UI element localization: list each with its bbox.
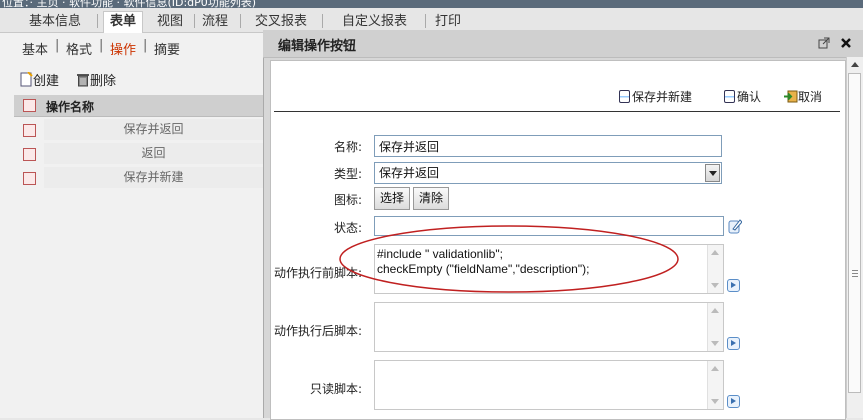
subtab-basic[interactable]: 基本 xyxy=(22,39,48,58)
row-checkbox[interactable] xyxy=(23,172,36,185)
save-icon xyxy=(619,90,630,103)
list-header: 操作名称 xyxy=(14,95,263,117)
create-label: 创建 xyxy=(33,74,60,89)
subtab-separator: | xyxy=(99,38,104,53)
tab-print[interactable]: 打印 xyxy=(435,12,461,32)
tab-separator xyxy=(240,14,241,28)
cancel-button[interactable]: 取消 xyxy=(783,88,822,105)
list-item-label[interactable]: 返回 xyxy=(44,143,263,164)
list-item: 保存并返回 xyxy=(14,118,263,141)
tab-separator xyxy=(97,14,98,28)
textarea-scrollbar[interactable] xyxy=(707,361,723,409)
save-and-new-button[interactable]: 保存并新建 xyxy=(619,88,692,105)
list-item: 保存并新建 xyxy=(14,166,263,189)
tab-view[interactable]: 视图 xyxy=(157,12,183,32)
subtab-summary[interactable]: 摘要 xyxy=(154,39,180,58)
dialog-title: 编辑操作按钮 xyxy=(278,39,357,54)
after-script-label: 动作执行后脚本: xyxy=(274,324,363,338)
row-checkbox[interactable] xyxy=(23,148,36,161)
save-and-new-label: 保存并新建 xyxy=(632,90,693,104)
tab-custom-report[interactable]: 自定义报表 xyxy=(342,12,407,32)
scroll-thumb[interactable] xyxy=(848,73,861,393)
subtab-separator: | xyxy=(55,38,60,53)
location-text: 位置：· 主页 · 软件功能 · 软件信息(ID:dP0功能列表) xyxy=(2,0,257,8)
choose-icon-button[interactable]: 选择 xyxy=(374,187,410,210)
new-document-icon xyxy=(20,71,33,87)
row-checkbox[interactable] xyxy=(23,124,36,137)
confirm-button[interactable]: 确认 xyxy=(724,88,761,105)
header-divider xyxy=(274,111,840,112)
expand-icon[interactable] xyxy=(727,337,740,350)
delete-button[interactable]: 删除 xyxy=(76,70,116,89)
tab-cross-report[interactable]: 交叉报表 xyxy=(255,12,307,32)
after-script-textarea[interactable] xyxy=(374,302,724,352)
name-field[interactable] xyxy=(374,135,722,157)
textarea-scrollbar[interactable] xyxy=(707,303,723,351)
dialog-title-bar: 编辑操作按钮 xyxy=(263,30,863,58)
chevron-down-icon[interactable] xyxy=(705,164,720,182)
readonly-script-label: 只读脚本: xyxy=(310,382,363,396)
clear-icon-button[interactable]: 清除 xyxy=(413,187,449,210)
annotation-ellipse xyxy=(339,225,679,293)
dialog-scrollbar[interactable] xyxy=(846,57,863,418)
popout-icon[interactable] xyxy=(818,37,830,49)
left-panel xyxy=(0,33,265,418)
subtab-format[interactable]: 格式 xyxy=(66,39,92,58)
location-bar: 位置：· 主页 · 软件功能 · 软件信息(ID:dP0功能列表) xyxy=(0,0,863,8)
select-all-checkbox[interactable] xyxy=(23,99,36,112)
list-item-label[interactable]: 保存并新建 xyxy=(44,167,263,188)
tab-separator xyxy=(322,14,323,28)
list-item: 返回 xyxy=(14,142,263,165)
type-value: 保存并返回 xyxy=(379,166,440,180)
tab-form[interactable]: 表单 xyxy=(103,11,144,34)
subtab-separator: | xyxy=(143,38,148,53)
icon-label: 图标: xyxy=(334,193,363,207)
textarea-scrollbar[interactable] xyxy=(707,245,723,293)
edit-icon[interactable] xyxy=(728,218,742,234)
type-label: 类型: xyxy=(334,167,363,181)
delete-label: 删除 xyxy=(90,74,117,89)
trash-icon xyxy=(77,74,89,87)
subtab-operation[interactable]: 操作 xyxy=(110,39,136,58)
tab-separator xyxy=(425,14,426,28)
name-label: 名称: xyxy=(334,140,363,154)
type-select[interactable]: 保存并返回 xyxy=(374,162,722,184)
list-item-label[interactable]: 保存并返回 xyxy=(44,119,263,140)
create-button[interactable]: 创建 xyxy=(20,70,59,89)
confirm-label: 确认 xyxy=(737,90,762,104)
cancel-label: 取消 xyxy=(798,90,823,104)
expand-icon[interactable] xyxy=(727,395,740,408)
expand-icon[interactable] xyxy=(727,279,740,292)
readonly-script-textarea[interactable] xyxy=(374,360,724,410)
list-header-label: 操作名称 xyxy=(46,100,95,114)
scroll-up-icon[interactable] xyxy=(851,62,859,67)
close-icon[interactable] xyxy=(840,37,852,49)
save-icon xyxy=(724,90,735,103)
tab-basic-info[interactable]: 基本信息 xyxy=(29,12,81,32)
tab-separator xyxy=(194,14,195,28)
tab-workflow[interactable]: 流程 xyxy=(202,12,228,32)
exit-icon xyxy=(784,90,798,103)
